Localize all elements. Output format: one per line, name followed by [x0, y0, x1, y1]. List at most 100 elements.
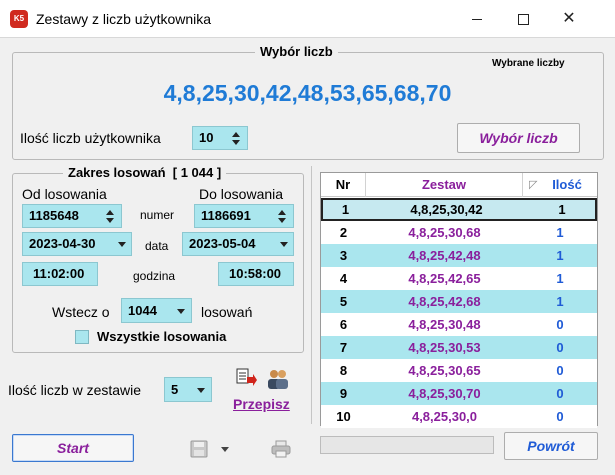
set-size-value: 5 [171, 382, 179, 397]
spin-down-icon[interactable] [106, 218, 114, 223]
cell-count: 0 [556, 363, 564, 378]
cell-set: 4,8,25,42,48 [408, 248, 481, 263]
cell-count: 1 [556, 294, 564, 309]
number-selection-title: Wybór liczb [255, 44, 338, 59]
back-button[interactable]: Powrót [504, 432, 598, 460]
chevron-down-icon[interactable] [280, 242, 288, 247]
cell-nr: 2 [339, 225, 348, 240]
table-row[interactable]: 9 4,8,25,30,70 0 [321, 382, 597, 405]
cell-set: 4,8,25,30,68 [408, 225, 481, 240]
to-number-stepper[interactable]: 1186691 [194, 204, 294, 228]
chevron-down-icon[interactable] [118, 242, 126, 247]
table-row[interactable]: 5 4,8,25,42,68 1 [321, 290, 597, 313]
to-number-value: 1186691 [201, 208, 251, 223]
to-time-field[interactable]: 10:58:00 [218, 262, 294, 286]
header-count-label: Ilość [552, 177, 582, 192]
header-set[interactable]: Zestaw [366, 173, 523, 197]
table-header: Nr Zestaw ◸ Ilość [321, 173, 597, 197]
progress-bar [320, 436, 494, 454]
chevron-down-icon[interactable] [177, 309, 185, 314]
from-date-picker[interactable]: 2023-04-30 [22, 232, 132, 256]
cell-nr: 9 [339, 386, 348, 401]
cell-set: 4,8,25,42,65 [408, 271, 481, 286]
cell-set: 4,8,25,30,53 [408, 340, 481, 355]
cell-count: 1 [556, 248, 564, 263]
set-size-label: Ilość liczb w zestawie [8, 382, 142, 398]
window-title: Zestawy z liczb użytkownika [36, 11, 212, 27]
users-icon[interactable] [266, 368, 290, 390]
cell-nr: 7 [339, 340, 348, 355]
all-draws-checkbox[interactable] [75, 330, 89, 344]
back-by-label: Wstecz o [52, 304, 110, 320]
table-row[interactable]: 6 4,8,25,30,48 0 [321, 313, 597, 336]
cell-count: 1 [556, 271, 564, 286]
copy-button[interactable]: Przepisz [233, 396, 290, 412]
cell-nr: 8 [339, 363, 348, 378]
chevron-down-icon[interactable] [221, 447, 229, 452]
cell-set: 4,8,25,30,65 [408, 363, 481, 378]
cell-set: 4,8,25,30,48 [408, 317, 481, 332]
table-row[interactable]: 8 4,8,25,30,65 0 [321, 359, 597, 382]
cell-set: 4,8,25,42,68 [408, 294, 481, 309]
cell-count: 0 [556, 409, 564, 424]
cell-set: 4,8,25,30,0 [411, 409, 478, 424]
cell-nr: 3 [339, 248, 348, 263]
selected-numbers: 4,8,25,30,42,48,53,65,68,70 [163, 80, 452, 106]
title-bar: K5 Zestawy z liczb użytkownika ✕ [0, 0, 615, 38]
from-date-value: 2023-04-30 [29, 236, 96, 251]
spin-down-icon[interactable] [232, 140, 240, 145]
minimize-button[interactable] [454, 0, 500, 38]
results-table[interactable]: Nr Zestaw ◸ Ilość 1 4,8,25,30,42 1 2 4,8,25,… [320, 172, 598, 428]
cell-count: 1 [556, 225, 564, 240]
draws-suffix-label: losowań [201, 304, 253, 320]
cell-count: 0 [556, 317, 564, 332]
date-label: data [145, 239, 169, 253]
table-row[interactable]: 3 4,8,25,42,48 1 [321, 244, 597, 267]
start-button[interactable]: Start [12, 434, 134, 462]
table-row[interactable]: 7 4,8,25,30,53 0 [321, 336, 597, 359]
all-draws-label: Wszystkie losowania [97, 329, 227, 344]
cell-nr: 6 [339, 317, 348, 332]
header-nr[interactable]: Nr [321, 173, 366, 197]
from-number-stepper[interactable]: 1185648 [22, 204, 122, 228]
header-count[interactable]: ◸ Ilość [523, 173, 597, 197]
sort-icon: ◸ [529, 179, 538, 191]
from-number-value: 1185648 [29, 208, 79, 223]
cell-nr: 5 [339, 294, 348, 309]
table-row[interactable]: 10 4,8,25,30,0 0 [321, 405, 597, 428]
user-count-stepper[interactable]: 10 [192, 126, 248, 150]
table-row[interactable]: 4 4,8,25,42,65 1 [321, 267, 597, 290]
back-by-select[interactable]: 1044 [121, 298, 192, 323]
to-date-picker[interactable]: 2023-05-04 [182, 232, 294, 256]
spin-down-icon[interactable] [278, 218, 286, 223]
user-count-value: 10 [199, 130, 214, 145]
spin-up-icon[interactable] [232, 132, 240, 137]
spin-up-icon[interactable] [278, 210, 286, 215]
draw-range-title: Zakres losowań [ 1 044 ] [63, 165, 227, 180]
save-icon[interactable] [190, 440, 208, 458]
set-size-select[interactable]: 5 [164, 377, 212, 402]
app-icon: K5 [10, 10, 28, 28]
spin-up-icon[interactable] [106, 210, 114, 215]
copy-icon[interactable] [236, 368, 258, 390]
close-button[interactable]: ✕ [546, 0, 592, 38]
table-row[interactable]: 1 4,8,25,30,42 1 [321, 198, 597, 221]
cell-nr: 1 [341, 202, 350, 217]
cell-count: 0 [556, 386, 564, 401]
from-draw-label: Od losowania [22, 186, 107, 202]
from-time-field[interactable]: 11:02:00 [22, 262, 98, 286]
chevron-down-icon[interactable] [197, 388, 205, 393]
choose-numbers-button[interactable]: Wybór liczb [457, 123, 580, 153]
to-date-value: 2023-05-04 [189, 236, 256, 251]
cell-nr: 10 [336, 409, 351, 424]
maximize-button[interactable] [500, 0, 546, 38]
selected-numbers-label: Wybrane liczby [492, 58, 565, 69]
table-row[interactable]: 2 4,8,25,30,68 1 [321, 221, 597, 244]
user-count-label: Ilość liczb użytkownika [20, 130, 161, 146]
cell-nr: 4 [339, 271, 348, 286]
time-label: godzina [133, 269, 176, 283]
cell-count: 0 [556, 340, 564, 355]
cell-count: 1 [558, 202, 566, 217]
panel-divider [311, 166, 312, 424]
printer-icon[interactable] [271, 440, 291, 458]
